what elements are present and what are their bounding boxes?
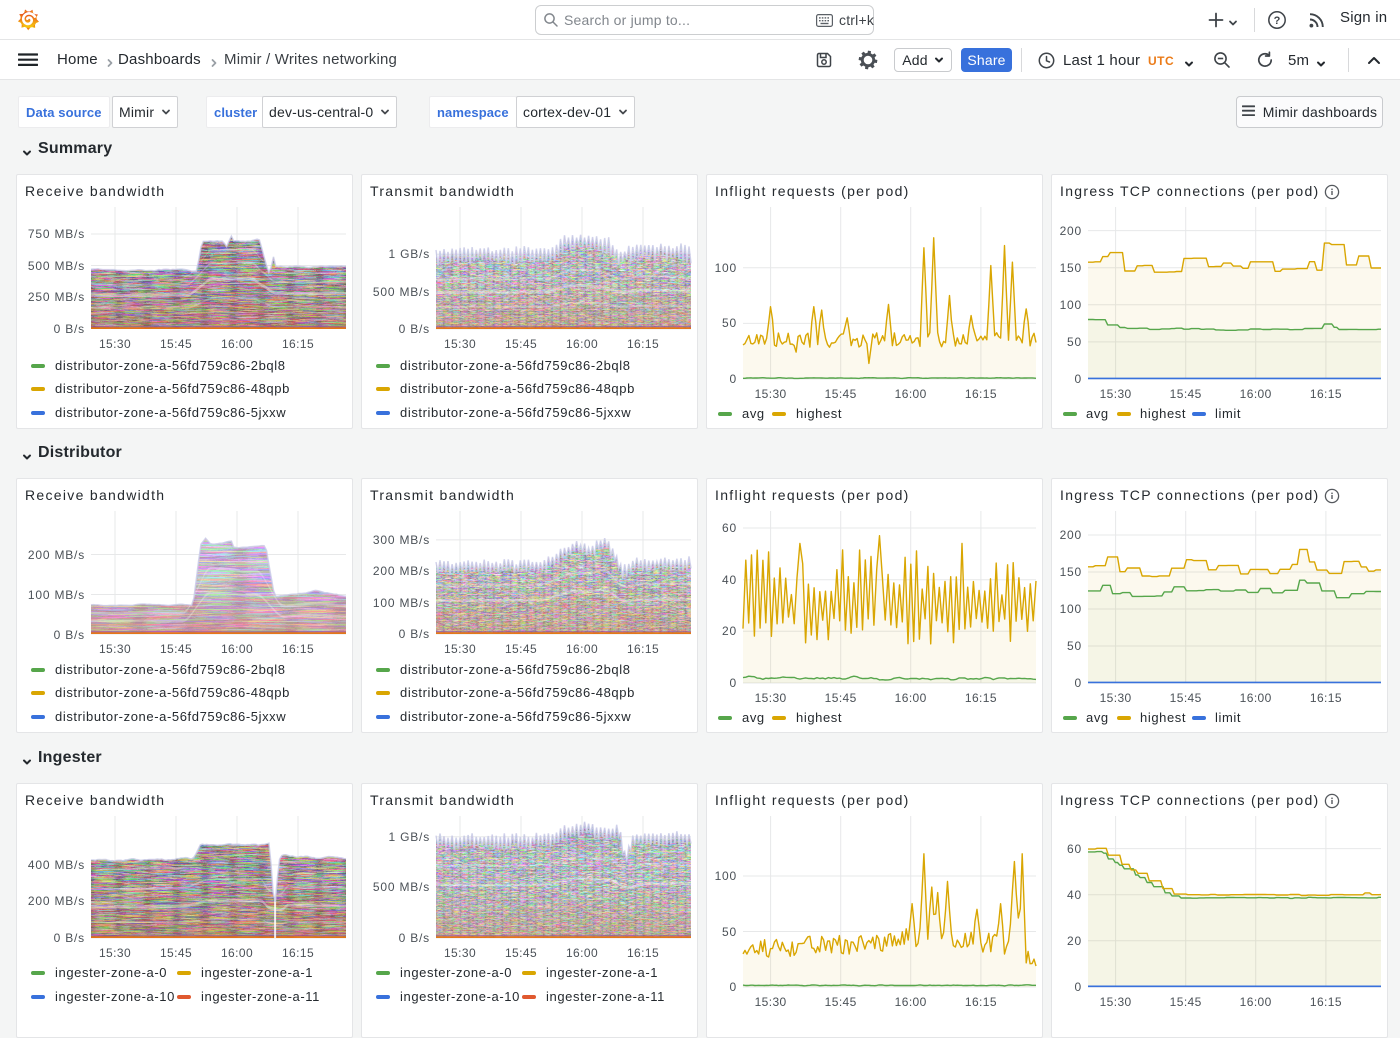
svg-text:?: ? bbox=[1274, 15, 1281, 27]
